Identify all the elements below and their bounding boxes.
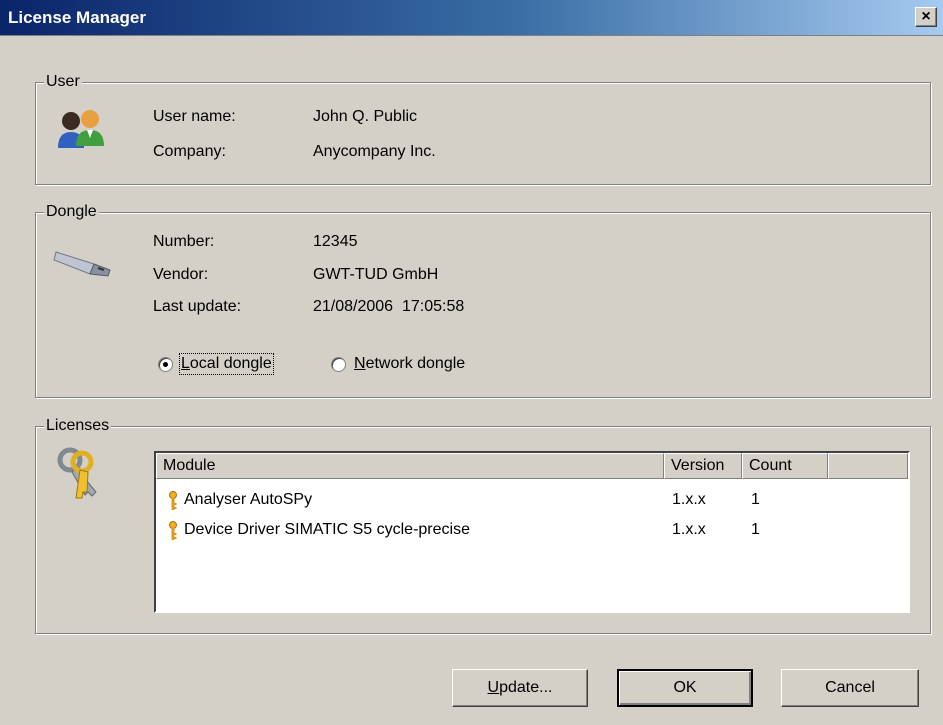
update-button[interactable]: Update...	[452, 669, 588, 707]
user-name-label: User name:	[153, 108, 236, 125]
column-header-version[interactable]: Version	[664, 453, 742, 479]
local-dongle-label[interactable]: Local dongle	[179, 353, 274, 375]
close-button[interactable]: ×	[915, 7, 937, 27]
count-cell: 1	[751, 521, 760, 538]
local-dongle-radio[interactable]: Local dongle	[158, 353, 274, 375]
version-cell: 1.x.x	[672, 491, 706, 508]
key-icon	[169, 521, 177, 540]
dongle-vendor-value: GWT-TUD GmbH	[313, 266, 439, 283]
list-header: Module Version Count	[156, 453, 908, 479]
cancel-button[interactable]: Cancel	[781, 669, 919, 707]
user-legend: User	[44, 72, 82, 92]
column-header-module[interactable]: Module	[156, 453, 664, 479]
network-dongle-radio-indicator[interactable]	[331, 356, 346, 372]
dongle-vendor-label: Vendor:	[153, 266, 209, 283]
user-group: User	[35, 72, 931, 185]
module-cell: Analyser AutoSPy	[184, 491, 313, 508]
network-dongle-label[interactable]: Network dongle	[354, 355, 465, 373]
keys-icon	[57, 447, 97, 499]
company-value: Anycompany Inc.	[313, 143, 436, 160]
version-cell: 1.x.x	[672, 521, 706, 538]
table-row[interactable]: Analyser AutoSPy 1.x.x 1	[156, 487, 908, 515]
licenses-legend: Licenses	[44, 416, 112, 436]
window-title: License Manager	[8, 8, 146, 27]
users-icon	[58, 110, 104, 148]
column-header-empty	[828, 453, 908, 479]
network-dongle-radio[interactable]: Network dongle	[331, 355, 465, 373]
company-label: Company:	[153, 143, 226, 160]
column-header-count[interactable]: Count	[742, 453, 828, 479]
last-update-value: 21/08/2006 17:05:58	[313, 298, 465, 315]
count-cell: 1	[751, 491, 760, 508]
close-icon: ×	[921, 8, 931, 25]
dongle-number-value: 12345	[313, 233, 358, 250]
local-dongle-radio-indicator[interactable]	[158, 356, 173, 372]
ok-button[interactable]: OK	[617, 669, 753, 707]
dongle-number-label: Number:	[153, 233, 215, 250]
table-row[interactable]: Device Driver SIMATIC S5 cycle-precise 1…	[156, 517, 908, 545]
module-cell: Device Driver SIMATIC S5 cycle-precise	[184, 521, 470, 538]
user-name-value: John Q. Public	[313, 108, 418, 125]
licenses-list[interactable]: Module Version Count Analyser AutoSPy 1.…	[154, 451, 910, 613]
title-bar: License Manager ×	[0, 0, 943, 36]
usb-dongle-icon	[53, 251, 111, 277]
dongle-legend: Dongle	[44, 202, 99, 222]
last-update-label: Last update:	[153, 298, 242, 315]
key-icon	[169, 491, 177, 510]
